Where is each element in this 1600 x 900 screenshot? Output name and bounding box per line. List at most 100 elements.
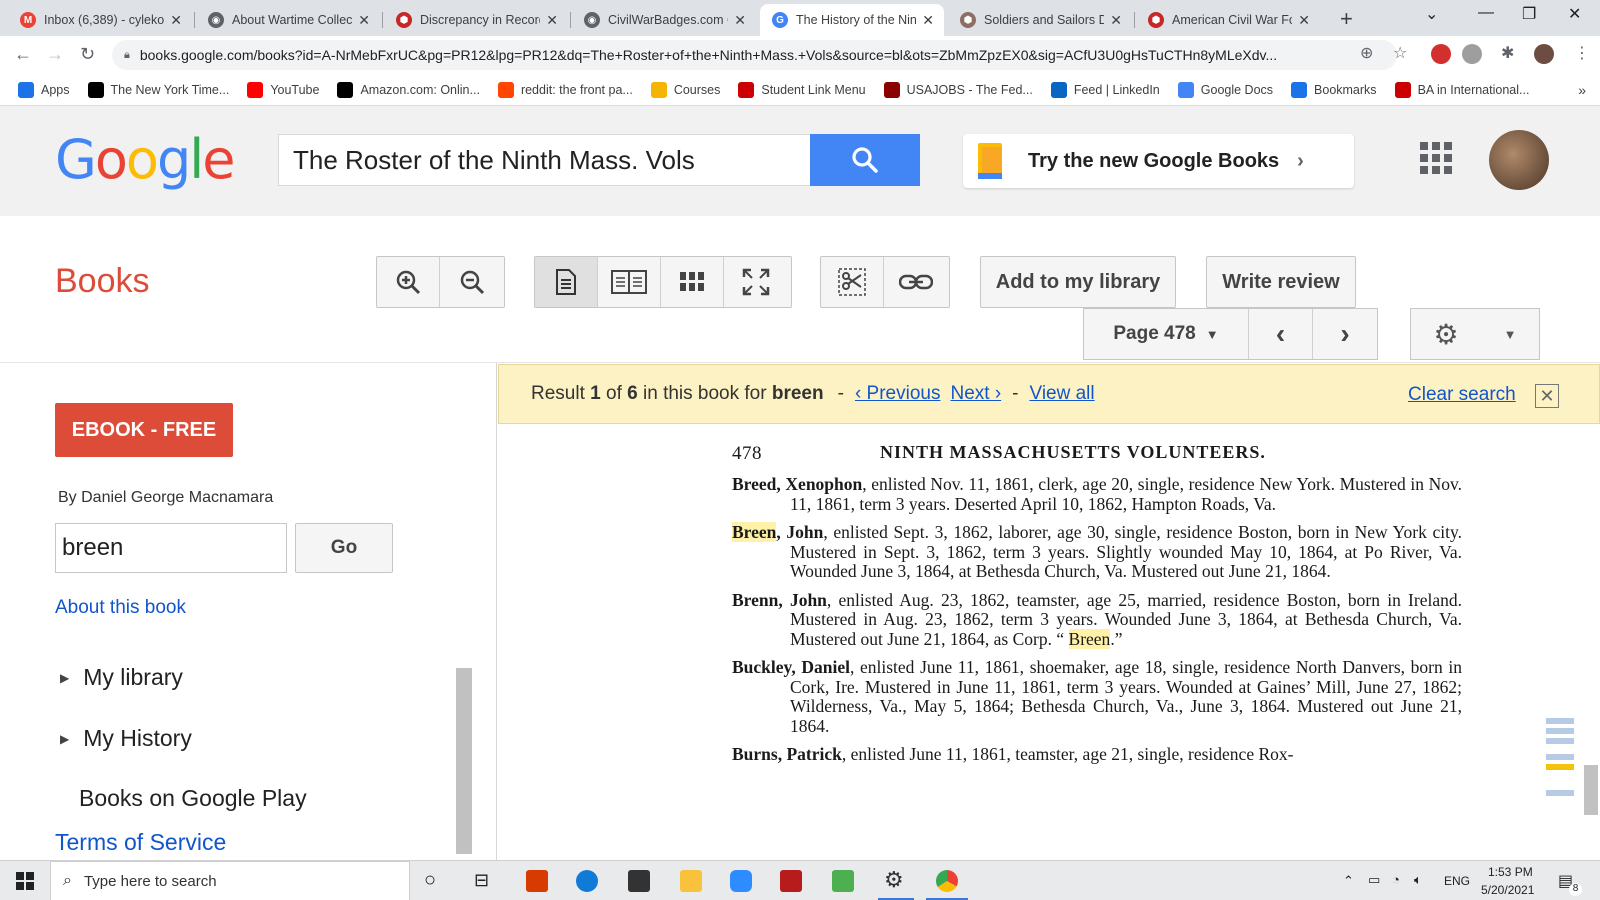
store-icon[interactable] xyxy=(628,870,650,892)
settings-gear-icon[interactable]: ⚙ xyxy=(884,867,904,893)
profile-avatar[interactable] xyxy=(1534,44,1554,64)
url-bar[interactable]: 🔒︎ books.google.com/books?id=A-NrMebFxrU… xyxy=(112,40,1397,70)
office-icon[interactable] xyxy=(526,870,548,892)
bookmark-item[interactable]: reddit: the front pa... xyxy=(497,81,633,98)
bookmark-item[interactable]: Feed | LinkedIn xyxy=(1050,81,1160,98)
bookmark-item[interactable]: Google Docs xyxy=(1177,81,1273,98)
cortana-icon[interactable]: ○ xyxy=(424,869,436,892)
chevron-more-icon[interactable]: » xyxy=(1578,82,1586,98)
ebook-free-button[interactable]: EBOOK - FREE xyxy=(55,403,233,457)
language-indicator[interactable]: ENG xyxy=(1444,874,1470,888)
minimize-icon[interactable]: — xyxy=(1478,4,1494,22)
new-tab-button[interactable]: + xyxy=(1340,6,1353,32)
close-tab-icon[interactable]: ✕ xyxy=(734,12,746,29)
menu-icon[interactable]: ⋮ xyxy=(1574,43,1590,63)
back-icon[interactable]: ← xyxy=(14,44,32,65)
bookmark-item[interactable]: Apps xyxy=(18,81,70,98)
tab-search-icon[interactable]: ⌄ xyxy=(1425,4,1438,24)
bookmark-item[interactable]: Student Link Menu xyxy=(738,81,866,98)
bookmark-item[interactable]: Bookmarks xyxy=(1291,81,1377,98)
browser-tab[interactable]: ⬢ Soldiers and Sailors D ✕ xyxy=(948,4,1132,36)
search-in-book-input[interactable] xyxy=(55,523,287,573)
extension-icon[interactable] xyxy=(1462,44,1482,64)
close-tab-icon[interactable]: ✕ xyxy=(1110,12,1122,29)
filezilla-icon[interactable] xyxy=(780,870,802,892)
zoom-in-icon[interactable] xyxy=(377,257,440,307)
close-tab-icon[interactable]: ✕ xyxy=(922,12,934,29)
search-input[interactable]: The Roster of the Ninth Mass. Vols xyxy=(278,134,810,186)
account-avatar[interactable] xyxy=(1489,130,1549,190)
reload-icon[interactable]: ↻ xyxy=(80,44,95,65)
forward-icon[interactable]: → xyxy=(46,44,64,65)
close-icon[interactable]: ✕ xyxy=(1535,384,1559,408)
file-explorer-icon[interactable] xyxy=(680,870,702,892)
bookmark-item[interactable]: YouTube xyxy=(247,81,319,98)
apps-grid-icon[interactable] xyxy=(1420,142,1452,174)
settings-menu[interactable]: ⚙ ▼ xyxy=(1410,308,1540,360)
clear-search-link[interactable]: Clear search xyxy=(1408,384,1516,406)
book-page-viewer[interactable]: 478 NINTH MASSACHUSETTS VOLUNTEERS. Bree… xyxy=(510,425,1585,860)
bookmark-item[interactable]: USAJOBS - The Fed... xyxy=(883,81,1033,98)
browser-tab[interactable]: ⬢ American Civil War Fo ✕ xyxy=(1136,4,1320,36)
write-review-button[interactable]: Write review xyxy=(1206,256,1356,308)
google-logo[interactable]: Google xyxy=(55,128,235,191)
add-to-library-button[interactable]: Add to my library xyxy=(980,256,1176,308)
edge-icon[interactable] xyxy=(576,870,598,892)
bookmark-star-icon[interactable]: ☆ xyxy=(1393,43,1407,63)
bookmark-item[interactable]: Courses xyxy=(650,81,720,98)
next-page-icon[interactable]: › xyxy=(1313,309,1377,359)
clock-time[interactable]: 1:53 PM xyxy=(1488,865,1533,879)
previous-result-link[interactable]: ‹ Previous xyxy=(855,383,941,405)
zoom-out-icon[interactable] xyxy=(440,257,503,307)
battery-icon[interactable]: ▭ xyxy=(1368,872,1380,888)
puzzle-icon[interactable]: ✱ xyxy=(1501,43,1514,63)
zoom-app-icon[interactable] xyxy=(730,870,752,892)
bookmark-item[interactable]: BA in International... xyxy=(1394,81,1529,98)
previous-page-icon[interactable]: ‹ xyxy=(1249,309,1313,359)
my-history-item[interactable]: ▶ My History xyxy=(60,725,192,752)
browser-tab[interactable]: ⬢ Discrepancy in Record ✕ xyxy=(384,4,568,36)
zoom-icon[interactable]: ⊕ xyxy=(1360,43,1373,63)
terms-of-service-link[interactable]: Terms of Service xyxy=(55,829,226,856)
close-tab-icon[interactable]: ✕ xyxy=(358,12,370,29)
bookmark-item[interactable]: The New York Time... xyxy=(87,81,229,98)
try-new-books-banner[interactable]: Try the new Google Books › xyxy=(963,134,1354,188)
restore-icon[interactable]: ❐ xyxy=(1522,4,1536,24)
sheet-app-icon[interactable] xyxy=(832,870,854,892)
fullscreen-icon[interactable] xyxy=(724,257,787,307)
close-tab-icon[interactable]: ✕ xyxy=(1298,12,1310,29)
volume-icon[interactable]: 🔈︎ xyxy=(1414,872,1422,888)
browser-tab[interactable]: M Inbox (6,389) - cylekos ✕ xyxy=(8,4,192,36)
view-all-link[interactable]: View all xyxy=(1029,383,1094,405)
thumbnail-grid-icon[interactable] xyxy=(661,257,724,307)
books-title[interactable]: Books xyxy=(55,262,150,301)
browser-tab[interactable]: ◉ CivilWarBadges.com C ✕ xyxy=(572,4,756,36)
browser-tab[interactable]: G The History of the Nin ✕ xyxy=(760,4,944,36)
close-tab-icon[interactable]: ✕ xyxy=(170,12,182,29)
my-library-item[interactable]: ▶ My library xyxy=(60,664,183,691)
extension-icon[interactable] xyxy=(1431,44,1451,64)
wifi-icon[interactable]: ◔ xyxy=(1392,872,1400,887)
link-icon[interactable] xyxy=(884,257,947,307)
search-button[interactable] xyxy=(810,134,920,186)
tray-chevron-icon[interactable]: ⌃ xyxy=(1343,873,1354,889)
next-result-link[interactable]: Next › xyxy=(950,383,1001,405)
browser-tab[interactable]: ◉ About Wartime Collec ✕ xyxy=(196,4,380,36)
chrome-icon[interactable] xyxy=(936,870,958,892)
about-this-book-link[interactable]: About this book xyxy=(55,597,186,619)
taskbar-search-input[interactable]: ⌕ Type here to search xyxy=(50,861,410,900)
sidebar-scrollbar[interactable] xyxy=(456,668,472,854)
clip-icon[interactable] xyxy=(821,257,884,307)
windows-start-icon[interactable] xyxy=(16,872,34,895)
bookmark-item[interactable]: Amazon.com: Onlin... xyxy=(337,81,480,98)
page-scrollbar[interactable] xyxy=(1584,765,1598,815)
page-selector[interactable]: Page 478 ▼ xyxy=(1084,309,1249,359)
clock-date[interactable]: 5/20/2021 xyxy=(1481,883,1534,897)
books-on-google-play-link[interactable]: Books on Google Play xyxy=(79,785,307,812)
close-window-icon[interactable]: ✕ xyxy=(1568,4,1581,24)
go-button[interactable]: Go xyxy=(295,523,393,573)
task-view-icon[interactable]: ⊟ xyxy=(474,870,489,891)
single-page-icon[interactable] xyxy=(535,257,598,307)
two-page-icon[interactable] xyxy=(598,257,661,307)
close-tab-icon[interactable]: ✕ xyxy=(546,12,558,29)
